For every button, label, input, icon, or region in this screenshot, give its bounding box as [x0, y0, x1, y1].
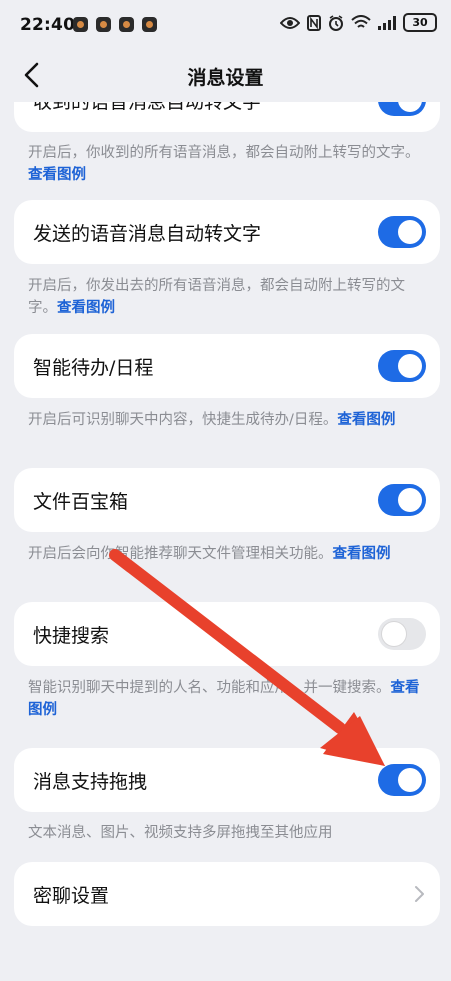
setting-description: 智能识别聊天中提到的人名、功能和应用，并一键搜索。查看图例 — [28, 677, 426, 721]
notification-icons — [73, 17, 157, 32]
status-time: 22:40 — [20, 15, 76, 35]
setting-description: 开启后，你收到的所有语音消息，都会自动附上转写的文字。查看图例 — [28, 142, 426, 186]
toggle-knob — [398, 768, 422, 792]
signal-icon — [378, 15, 396, 30]
system-icons: 30 — [280, 13, 437, 32]
toggle-file-toolbox[interactable] — [378, 484, 426, 516]
description-text: 开启后，你收到的所有语音消息，都会自动附上转写的文字。 — [28, 145, 420, 161]
description-text: 开启后可识别聊天中内容，快捷生成待办/日程。 — [28, 412, 338, 428]
page-title: 消息设置 — [187, 67, 264, 89]
toggle-quick-search[interactable] — [378, 618, 426, 650]
alarm-icon — [329, 14, 343, 31]
toggle-knob — [382, 622, 406, 646]
setting-card-received-voice-to-text: 收到的语音消息自动转文字 — [14, 102, 440, 132]
setting-description: 开启后会向你智能推荐聊天文件管理相关功能。查看图例 — [28, 543, 426, 565]
toggle-smart-todo[interactable] — [378, 350, 426, 382]
setting-card-secret-chat[interactable]: 密聊设置 — [14, 862, 440, 926]
setting-label: 收到的语音消息自动转文字 — [33, 102, 262, 113]
toggle-received-voice-to-text[interactable] — [378, 102, 426, 116]
toggle-knob — [398, 488, 422, 512]
settings-list[interactable]: 收到的语音消息自动转文字 开启后，你收到的所有语音消息，都会自动附上转写的文字。… — [0, 102, 451, 981]
setting-description: 开启后可识别聊天中内容，快捷生成待办/日程。查看图例 — [28, 409, 426, 431]
toggle-sent-voice-to-text[interactable] — [378, 216, 426, 248]
description-text: 文本消息、图片、视频支持多屏拖拽至其他应用 — [28, 825, 333, 841]
view-example-link[interactable]: 查看图例 — [28, 167, 86, 183]
setting-label: 消息支持拖拽 — [33, 771, 148, 793]
battery-icon: 30 — [403, 13, 437, 32]
nfc-icon — [307, 14, 321, 31]
status-bar: 22:40 30 — [0, 0, 451, 50]
toggle-knob — [398, 102, 422, 112]
view-example-link[interactable]: 查看图例 — [333, 546, 391, 562]
setting-label: 智能待办/日程 — [33, 357, 154, 379]
setting-description: 开启后，你发出去的所有语音消息，都会自动附上转写的文字。查看图例 — [28, 275, 426, 319]
setting-card-message-drag: 消息支持拖拽 — [14, 748, 440, 812]
nav-bar: 消息设置 — [0, 50, 451, 102]
description-text: 开启后会向你智能推荐聊天文件管理相关功能。 — [28, 546, 333, 562]
setting-description: 文本消息、图片、视频支持多屏拖拽至其他应用 — [28, 822, 426, 844]
toggle-knob — [398, 354, 422, 378]
description-text: 智能识别聊天中提到的人名、功能和应用，并一键搜索。 — [28, 680, 391, 696]
app-icon — [119, 17, 134, 32]
app-icon — [142, 17, 157, 32]
wifi-icon — [351, 15, 371, 28]
setting-label: 密聊设置 — [33, 885, 110, 907]
setting-label: 文件百宝箱 — [33, 491, 129, 513]
view-example-link[interactable]: 查看图例 — [57, 300, 115, 316]
toggle-knob — [398, 220, 422, 244]
app-icon — [96, 17, 111, 32]
toggle-message-drag[interactable] — [378, 764, 426, 796]
eye-icon — [280, 16, 300, 29]
setting-card-file-toolbox: 文件百宝箱 — [14, 468, 440, 532]
view-example-link[interactable]: 查看图例 — [337, 412, 395, 428]
setting-label: 发送的语音消息自动转文字 — [33, 223, 262, 245]
chevron-right-icon — [415, 886, 424, 902]
setting-card-quick-search: 快捷搜索 — [14, 602, 440, 666]
setting-card-sent-voice-to-text: 发送的语音消息自动转文字 — [14, 200, 440, 264]
setting-label: 快捷搜索 — [33, 625, 110, 647]
setting-card-smart-todo: 智能待办/日程 — [14, 334, 440, 398]
app-icon — [73, 17, 88, 32]
